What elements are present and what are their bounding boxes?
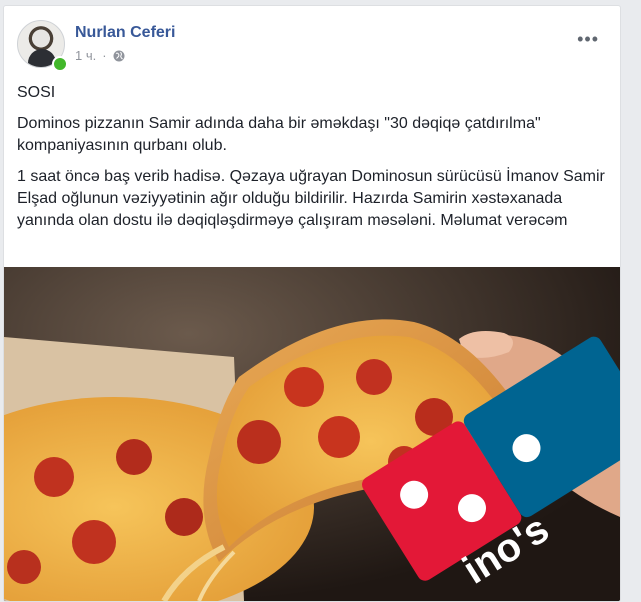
post-meta: 1 ч. · (75, 48, 125, 63)
post-header: Nurlan Ceferi 1 ч. · ••• (17, 20, 607, 72)
author-name[interactable]: Nurlan Ceferi (75, 24, 175, 42)
post-photo[interactable]: ino's (4, 267, 620, 601)
more-options-icon[interactable]: ••• (577, 30, 599, 48)
post-time[interactable]: 1 ч. (75, 48, 96, 63)
post-text: SOSI Dominos pizzanın Samir adında daha … (17, 82, 607, 241)
meta-separator: · (102, 48, 107, 63)
online-status-icon (52, 56, 68, 72)
post-paragraph-1: SOSI (17, 84, 56, 101)
post-paragraph-2: Dominos pizzanın Samir adında daha bir ə… (17, 115, 541, 154)
globe-icon[interactable] (113, 50, 125, 62)
pizza-image: ino's (4, 267, 620, 601)
post-paragraph-3: 1 saat öncə baş verib hadisə. Qəzaya uğr… (17, 168, 605, 229)
post-card: Nurlan Ceferi 1 ч. · ••• SOSI Dominos pi… (3, 5, 621, 602)
